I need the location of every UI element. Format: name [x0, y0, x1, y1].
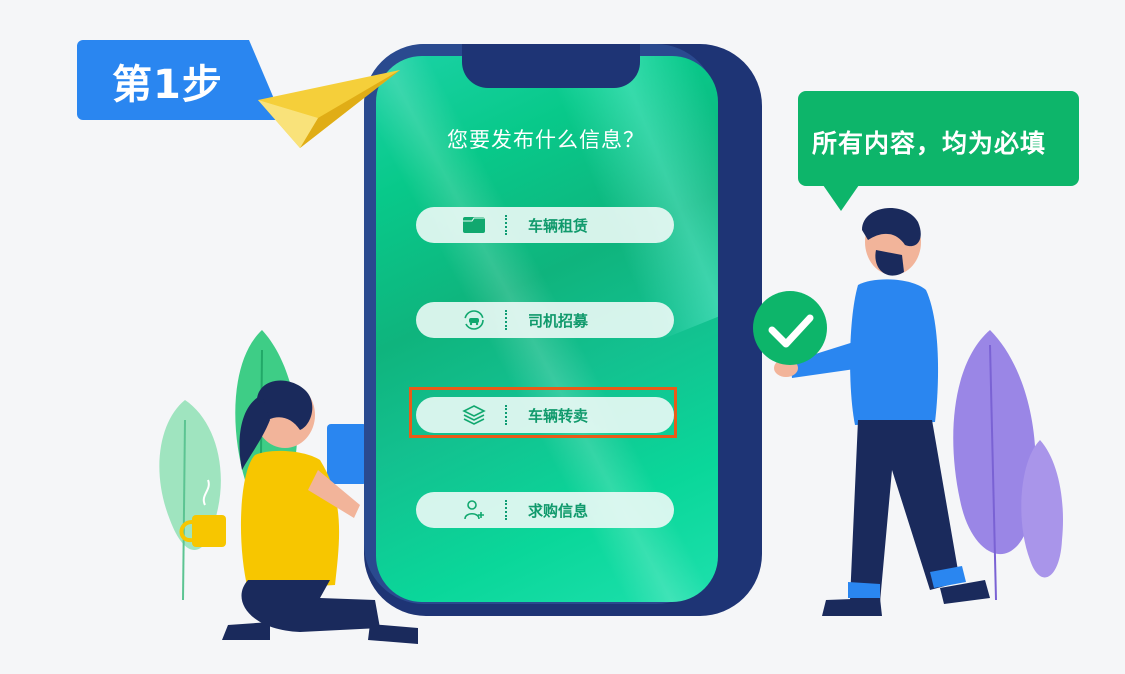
paper-plane-icon: [258, 70, 400, 148]
woman-illustration: [179, 380, 418, 644]
mug-icon: [192, 515, 226, 547]
man-illustration: [774, 208, 990, 616]
foreground-illustration: [179, 70, 990, 644]
check-circle-icon: [753, 291, 827, 365]
